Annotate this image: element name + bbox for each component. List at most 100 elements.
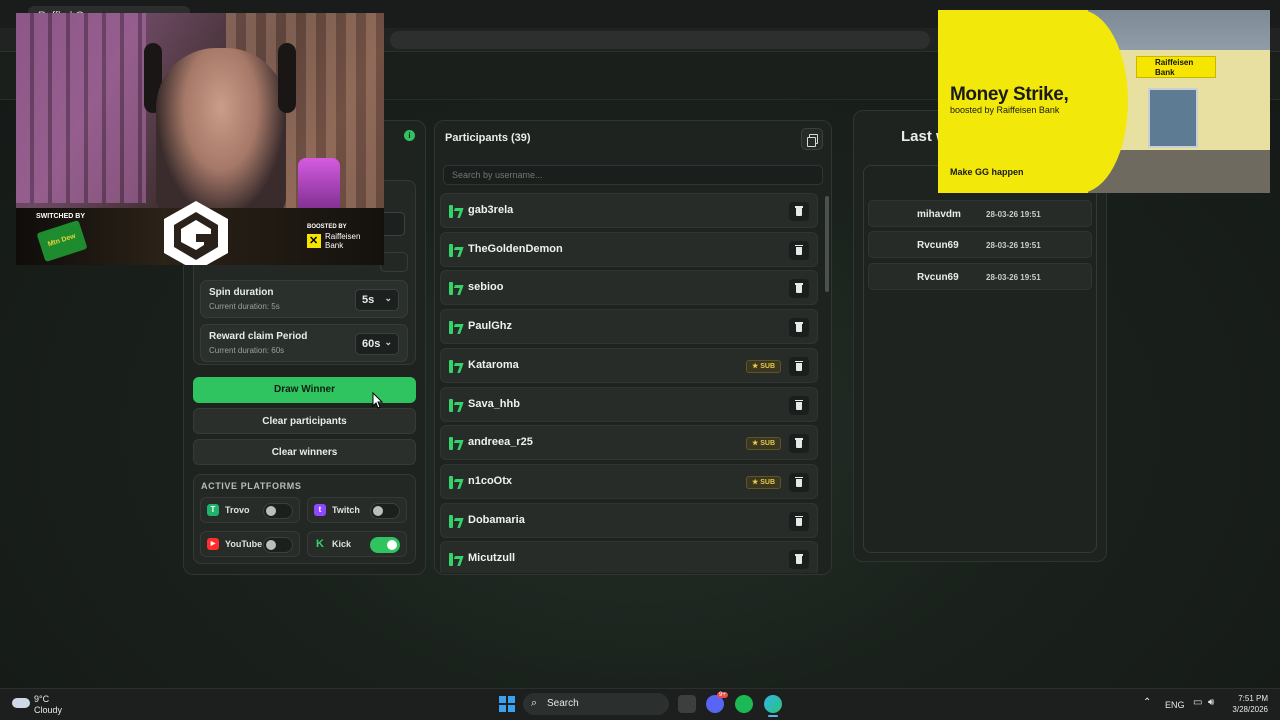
copy-icon[interactable] — [801, 128, 823, 150]
active-app-indicator — [768, 715, 778, 717]
kick-icon — [449, 359, 460, 373]
participant-row[interactable]: Micutzull — [440, 541, 818, 573]
tray-chevron-up-icon[interactable]: ⌃ — [1143, 697, 1151, 708]
spin-duration-value: 5s — [362, 294, 375, 306]
volume-icon[interactable]: 🔊︎ — [1208, 697, 1214, 708]
trovo-toggle[interactable] — [263, 503, 293, 519]
participant-row[interactable]: andreea_r25 ★ SUB — [440, 425, 818, 461]
chevron-down-icon: ⌄ — [384, 293, 392, 303]
delete-icon[interactable] — [789, 279, 809, 299]
kick-icon — [449, 205, 460, 218]
delete-icon[interactable] — [789, 202, 809, 221]
raiffeisen-logo-icon — [307, 234, 321, 248]
participant-name: sebioo — [468, 281, 504, 294]
participant-name: Sava_hhb — [468, 397, 520, 410]
reward-claim-title: Reward claim Period — [209, 331, 308, 342]
taskbar-search-label: Search — [547, 698, 579, 709]
address-bar[interactable] — [390, 31, 930, 49]
clear-participants-button[interactable]: Clear participants — [193, 408, 416, 434]
delete-icon[interactable] — [789, 550, 809, 570]
windows-start-icon[interactable] — [499, 696, 515, 712]
participants-title: Participants (39) — [445, 132, 531, 144]
sub-badge-label: SUB — [760, 362, 775, 370]
platform-twitch: t Twitch — [307, 497, 407, 523]
spotify-icon[interactable] — [735, 695, 753, 713]
ad-headline: Money Strike, — [950, 84, 1069, 105]
delete-icon[interactable] — [789, 356, 809, 376]
switched-by-label: SWITCHED BY — [36, 213, 85, 220]
participant-name: andreea_r25 — [468, 436, 533, 449]
active-platforms-title: ACTIVE PLATFORMS — [201, 481, 302, 491]
info-icon[interactable]: i — [404, 130, 415, 141]
language-indicator[interactable]: ENG — [1165, 700, 1185, 710]
kick-toggle[interactable] — [370, 537, 400, 553]
participant-row[interactable]: PaulGhz — [440, 309, 818, 345]
participant-row[interactable]: Kataroma ★ SUB — [440, 347, 818, 383]
kick-icon: K — [316, 538, 324, 550]
settings-field[interactable] — [380, 252, 408, 272]
winner-row: Rvcun69 28-03-26 19:51 — [868, 262, 1092, 290]
participant-name: TheGoldenDemon — [468, 242, 563, 255]
taskbar-search[interactable]: ⌕ Search — [523, 693, 669, 715]
sub-badge: ★ SUB — [745, 475, 781, 489]
participant-name: n1coOtx — [468, 474, 513, 487]
mouse-cursor-icon — [372, 392, 384, 409]
spin-duration-subtitle: Current duration: 5s — [209, 302, 280, 311]
chevron-down-icon: ⌄ — [384, 337, 392, 347]
clear-winners-button[interactable]: Clear winners — [193, 439, 416, 465]
sub-badge-label: SUB — [760, 478, 775, 486]
sub-badge: ★ SUB — [745, 359, 781, 373]
cloud-icon — [12, 698, 30, 708]
kick-icon — [449, 398, 460, 412]
participant-row[interactable]: n1coOtx ★ SUB — [440, 463, 818, 499]
streamer-figure — [156, 48, 286, 218]
winner-date: 28-03-26 19:51 — [986, 241, 1041, 251]
edge-browser-icon[interactable] — [764, 695, 782, 713]
participant-list-scrollbar[interactable] — [825, 196, 829, 292]
winner-date: 28-03-26 19:51 — [986, 272, 1041, 282]
winner-row: Rvcun69 28-03-26 19:51 — [868, 231, 1092, 259]
ad-subline: boosted by Raiffeisen Bank — [950, 105, 1060, 115]
winner-name: Rvcun69 — [917, 240, 959, 252]
participant-row[interactable]: sebioo — [440, 270, 818, 306]
spin-duration-row: Spin duration Current duration: 5s 5s ⌄ — [200, 280, 408, 318]
participant-row[interactable]: TheGoldenDemon — [440, 231, 818, 267]
boosted-by-label: BOOSTED BY — [307, 224, 347, 230]
winner-name: Rvcun69 — [917, 271, 959, 283]
network-icon[interactable]: ▭ — [1193, 697, 1202, 708]
participant-row[interactable]: gab3rela — [440, 193, 818, 228]
winner-date: 28-03-26 19:51 — [986, 210, 1041, 219]
kick-icon — [449, 553, 460, 567]
weather-desc[interactable]: Cloudy — [34, 705, 62, 715]
spin-duration-title: Spin duration — [209, 287, 274, 298]
kick-icon — [449, 243, 460, 257]
discord-badge: 9+ — [717, 692, 728, 698]
spin-duration-select[interactable]: 5s ⌄ — [355, 289, 399, 311]
delete-icon[interactable] — [789, 318, 809, 338]
delete-icon[interactable] — [789, 434, 809, 454]
clock-time[interactable]: 7:51 PM — [1238, 694, 1268, 703]
kick-icon — [449, 282, 460, 296]
clock-date[interactable]: 3/28/2026 — [1228, 705, 1268, 714]
participant-name: Kataroma — [468, 358, 519, 371]
participant-list: gab3rela TheGoldenDemon sebioo PaulGhz Katar… — [440, 193, 822, 573]
twitch-toggle[interactable] — [370, 503, 400, 519]
delete-icon[interactable] — [789, 511, 809, 531]
youtube-toggle[interactable] — [263, 537, 293, 553]
platform-label: Twitch — [332, 505, 360, 515]
weather-temp[interactable]: 9°C — [34, 694, 49, 704]
platform-trovo: T Trovo — [200, 497, 300, 523]
participant-row[interactable]: Sava_hhb — [440, 386, 818, 422]
delete-icon[interactable] — [789, 395, 809, 415]
task-view-icon[interactable] — [678, 695, 696, 713]
sub-badge-label: SUB — [760, 440, 775, 448]
webcam-overlay: SWITCHED BY Mtn Dew BOOSTED BY Raiffeise… — [16, 13, 384, 265]
participant-row[interactable]: Dobamaria — [440, 502, 818, 538]
delete-icon[interactable] — [789, 472, 809, 492]
delete-icon[interactable] — [789, 240, 809, 260]
raiffeisen-bank-label: Raiffeisen Bank — [325, 232, 361, 250]
reward-claim-select[interactable]: 60s ⌄ — [355, 333, 399, 355]
participant-search-input[interactable] — [443, 165, 823, 185]
gg-logo-icon — [164, 201, 228, 265]
microphone — [298, 158, 340, 213]
